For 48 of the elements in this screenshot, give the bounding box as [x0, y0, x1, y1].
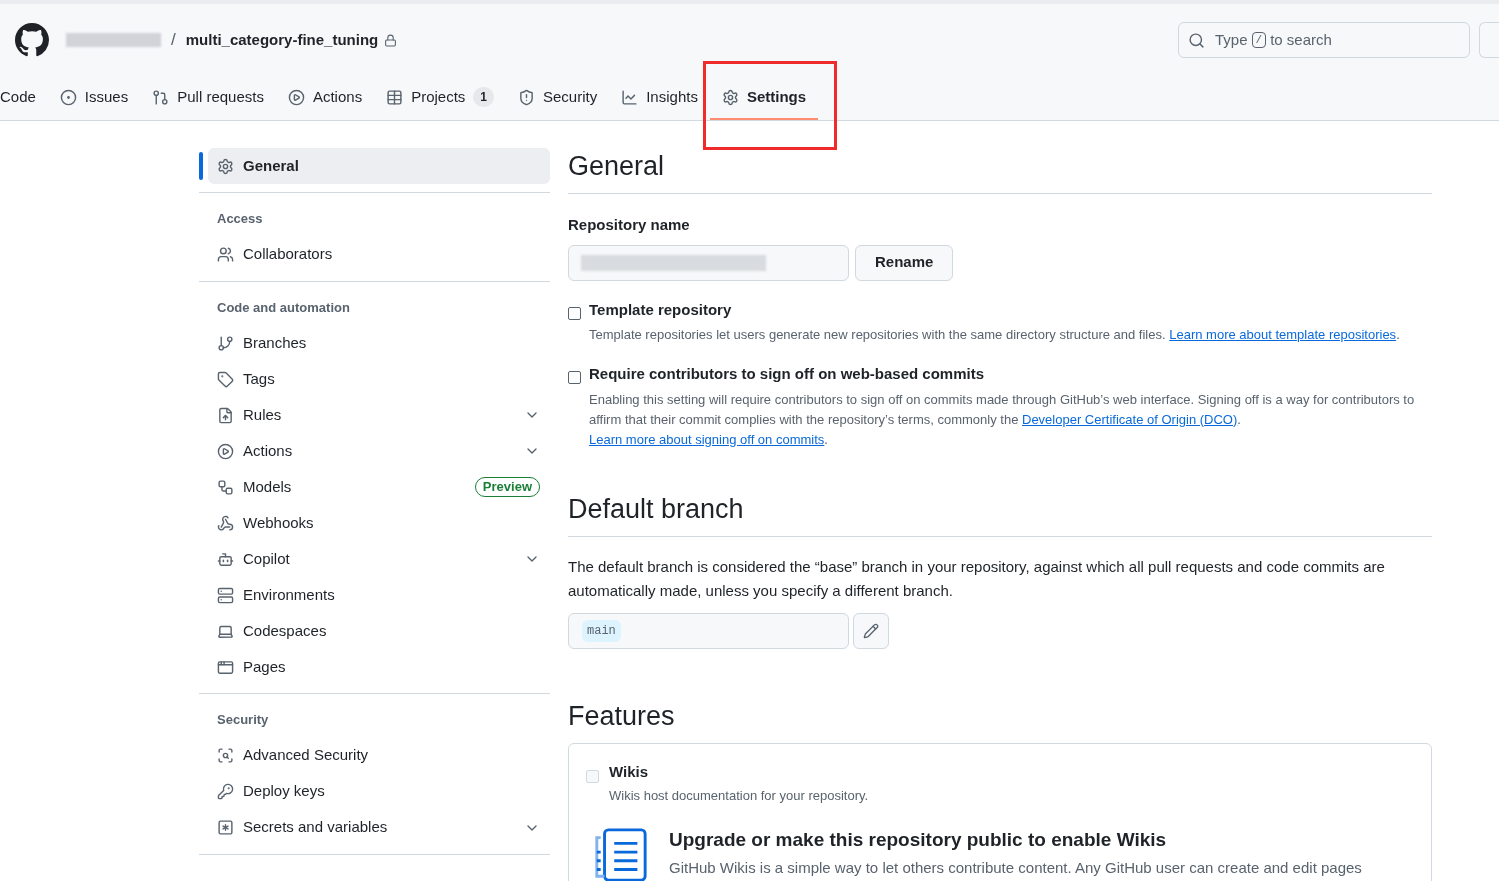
option-label: Template repository	[589, 299, 733, 320]
search-placeholder: Type	[1215, 29, 1248, 50]
repo-tab[interactable]: Code	[0, 76, 48, 120]
section-title: Default branch	[568, 491, 1432, 537]
repo-tab[interactable]: Projects 1	[374, 76, 506, 120]
sidebar-item[interactable]: Webhooks	[208, 505, 550, 541]
upgrade-title: Upgrade or make this repository public to enable Wikis	[669, 827, 1168, 852]
sidebar-item[interactable]: Environments	[208, 577, 550, 613]
sidebar-item[interactable]: Copilot	[208, 541, 550, 577]
repo-tab[interactable]: Issues	[47, 76, 141, 120]
section-heading: Code and automation	[216, 298, 351, 317]
section-heading: Security	[216, 711, 270, 729]
sidebar-item[interactable]: Rules	[208, 397, 550, 433]
upgrade-text: GitHub Wikis is a simple way to let others contribute content. Any GitHub user can create and edit pages	[669, 858, 1362, 878]
sidebar-item[interactable]: Models Preview	[208, 469, 550, 505]
option-description: Wikis host documentation for your repository.	[609, 787, 869, 805]
section-title: Features	[568, 699, 676, 733]
sidebar-item[interactable]: Codespaces	[208, 613, 550, 649]
sidebar-item[interactable]: Tags	[208, 361, 550, 397]
sidebar-item[interactable]: General	[208, 148, 550, 184]
search-field[interactable]: Type / to search	[1178, 22, 1470, 58]
repo-tab[interactable]: Actions	[275, 76, 375, 120]
section-title: General	[568, 149, 1432, 194]
sidebar-item[interactable]: Collaborators	[208, 236, 550, 273]
sidebar-item[interactable]: Branches	[208, 325, 550, 361]
tab-counter: 1	[473, 87, 494, 107]
option-label: Require contributors to sign off on web-based commits	[589, 364, 986, 384]
search-placeholder: to search	[1270, 29, 1332, 50]
shortcut-key: /	[1251, 32, 1267, 48]
repo-tab[interactable]: Insights	[609, 76, 710, 120]
sidebar-item[interactable]: Secrets and variables	[208, 809, 550, 846]
branch-description: The default branch is considered the “base” branch in your repository, against which all pull requests and code commits are automatically made, unless you specify a different branch.	[568, 556, 1386, 601]
sidebar-item[interactable]: Advanced Security	[208, 737, 550, 774]
rename-button[interactable]: Rename	[855, 244, 954, 281]
path-separator: /	[171, 29, 176, 52]
option-description: Template repositories let users generate new repositories with the same directory structure and files. Learn more about template repositories.	[589, 326, 1400, 344]
option-description: Enabling this setting will require contributors to sign off on commits made through GitHub’s web interface. Signing off is a way for contributors to affirm that their commit complies with the repository’s terms, commonly the Developer Certificate of Origin (DCO). Learn more about signing off on commits.	[589, 390, 1416, 449]
sidebar-item[interactable]: Pages	[208, 649, 550, 685]
repo-tab[interactable]: Security	[506, 76, 610, 120]
section-heading: Access	[216, 210, 264, 228]
branch-name: main	[582, 619, 621, 642]
option-label: Wikis	[609, 761, 650, 782]
sidebar-item[interactable]: Deploy keys	[208, 773, 550, 810]
repo-tab[interactable]: Settings	[709, 76, 819, 120]
field-label: Repository name	[568, 215, 691, 235]
sidebar-item[interactable]: Actions	[208, 433, 550, 469]
repo-name[interactable]: multi_category-fine_tuning	[185, 28, 379, 52]
repo-tab[interactable]: Pull requests	[140, 76, 276, 120]
